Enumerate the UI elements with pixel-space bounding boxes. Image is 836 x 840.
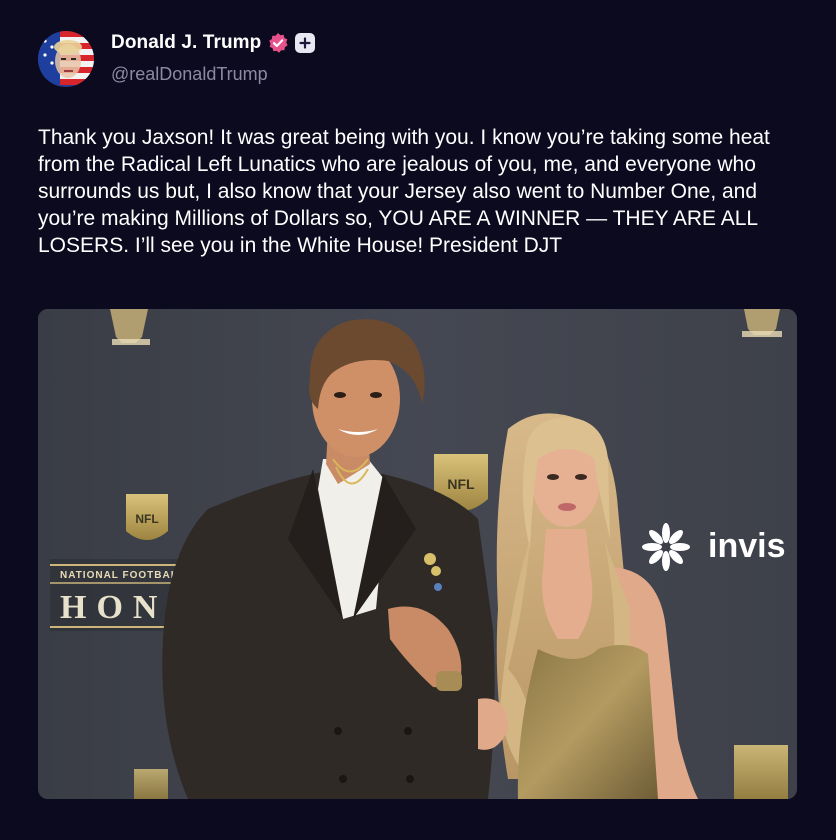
verified-badge-icon [267, 32, 289, 54]
backdrop-logo-center: NFL [447, 476, 475, 492]
author-display-name[interactable]: Donald J. Trump [111, 32, 261, 54]
backdrop-logo-left: NFL [135, 512, 158, 526]
avatar[interactable] [38, 31, 94, 87]
plus-badge-icon [295, 33, 316, 53]
author-name-row: Donald J. Trump [111, 31, 316, 55]
post-card: Donald J. Trump @realDonaldTrump Thank y… [0, 0, 836, 840]
post-body-text: Thank you Jaxson! It was great being wit… [38, 126, 770, 257]
sponsor-text: invis [708, 527, 785, 565]
post-media-photo[interactable]: NFL NFL NATIONAL FOOTBALL HONO invis [38, 309, 797, 799]
backdrop-honors-top-text: NATIONAL FOOTBALL [60, 570, 185, 581]
photo-illustration: NFL NFL NATIONAL FOOTBALL HONO invis [38, 309, 797, 799]
avatar-flag-portrait-icon [38, 31, 94, 87]
author-handle[interactable]: @realDonaldTrump [111, 64, 268, 85]
